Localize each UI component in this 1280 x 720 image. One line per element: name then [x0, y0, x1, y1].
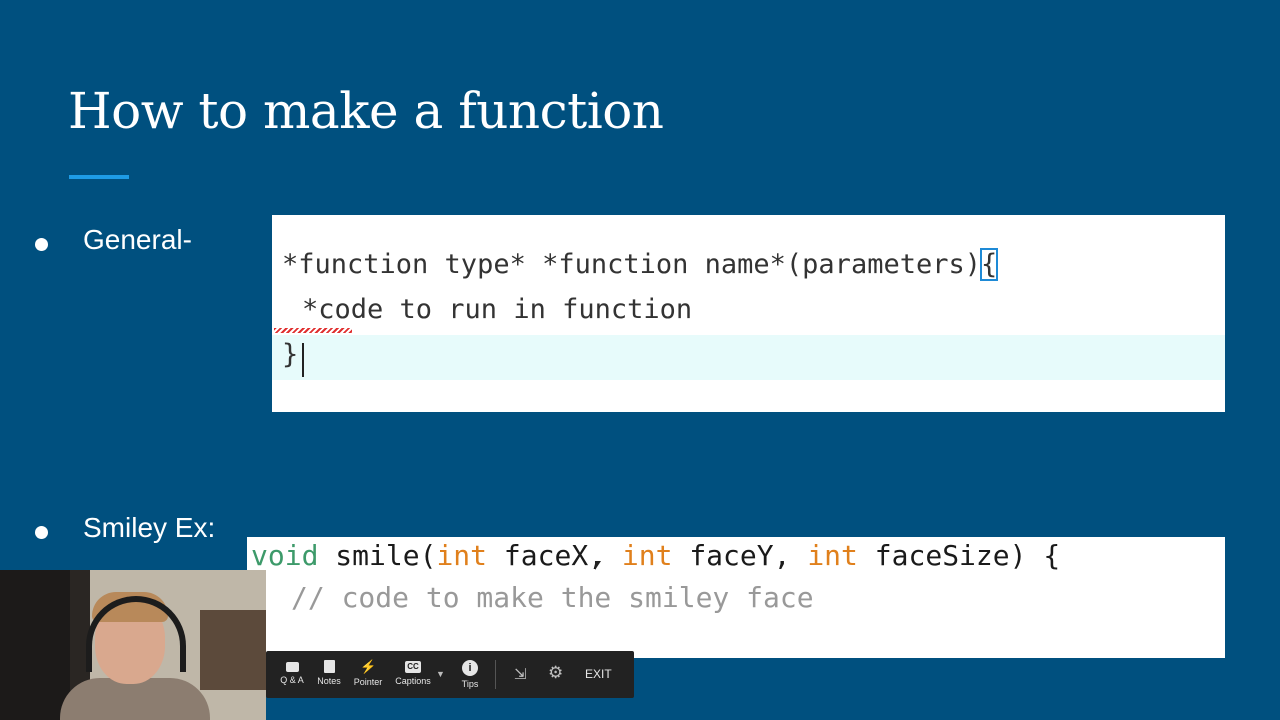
tips-button[interactable]: i Tips	[456, 651, 484, 698]
notes-icon	[323, 660, 335, 673]
code-line-body: *code to run in function	[302, 294, 693, 325]
exit-button[interactable]: EXIT	[585, 667, 612, 681]
current-line-highlight	[272, 335, 1225, 380]
notes-button[interactable]: Notes	[314, 651, 344, 698]
bullet-dot	[35, 238, 48, 251]
text-caret	[302, 343, 304, 377]
captions-icon: CC	[405, 661, 421, 673]
captions-dropdown-icon[interactable]: ▼	[436, 669, 445, 679]
code-screenshot-smiley: void smile(int faceX, int faceY, int fac…	[247, 537, 1225, 658]
qa-button[interactable]: Q & A	[278, 651, 306, 698]
qa-icon	[285, 662, 299, 672]
presenter-toolbar: Q & A Notes ⚡ Pointer CC Captions ▼ i Ti…	[266, 651, 634, 698]
bullet-dot	[35, 526, 48, 539]
keyword-void: void	[251, 539, 319, 572]
code-text: *function type* *function name*(paramete…	[282, 249, 981, 280]
keyword-int: int	[436, 539, 488, 572]
code-line-comment: // code to make the smiley face	[291, 581, 814, 614]
code-text: faceX,	[487, 539, 622, 572]
bullet-label: Smiley Ex:	[83, 512, 216, 543]
keyword-int: int	[621, 539, 673, 572]
tips-label: Tips	[461, 679, 479, 689]
settings-icon[interactable]: ⚙	[548, 663, 563, 683]
code-line-close: }	[282, 339, 299, 370]
keyword-int: int	[807, 539, 858, 572]
code-line-signature: *function type* *function name*(paramete…	[282, 248, 999, 281]
code-line-signature: void smile(int faceX, int faceY, int fac…	[251, 539, 1060, 572]
webcam-overlay	[0, 570, 266, 720]
captions-button[interactable]: CC Captions	[394, 651, 432, 698]
tips-icon: i	[462, 660, 478, 676]
mouse-cursor-icon	[595, 561, 601, 570]
qa-label: Q & A	[280, 675, 304, 685]
toolbar-divider	[495, 660, 496, 689]
pointer-button[interactable]: ⚡ Pointer	[352, 651, 384, 698]
webcam-background-shelf	[200, 610, 266, 690]
slide-title: How to make a function	[68, 82, 664, 140]
spellcheck-underline	[274, 328, 352, 333]
webcam-background-door	[0, 570, 70, 720]
notes-label: Notes	[317, 676, 341, 686]
title-underline	[69, 175, 129, 179]
code-screenshot-general: *function type* *function name*(paramete…	[272, 215, 1225, 412]
bullet-label: General-	[83, 224, 192, 255]
pointer-label: Pointer	[353, 677, 383, 687]
matched-brace: {	[979, 248, 999, 281]
code-text: faceSize) {	[857, 539, 1061, 572]
code-text: faceY,	[672, 539, 808, 572]
code-text: smile(	[318, 539, 437, 572]
captions-label: Captions	[395, 676, 431, 686]
exit-fullscreen-icon[interactable]: ⇲	[514, 665, 527, 683]
presenter-shirt	[60, 678, 210, 720]
pointer-icon: ⚡	[360, 659, 377, 674]
